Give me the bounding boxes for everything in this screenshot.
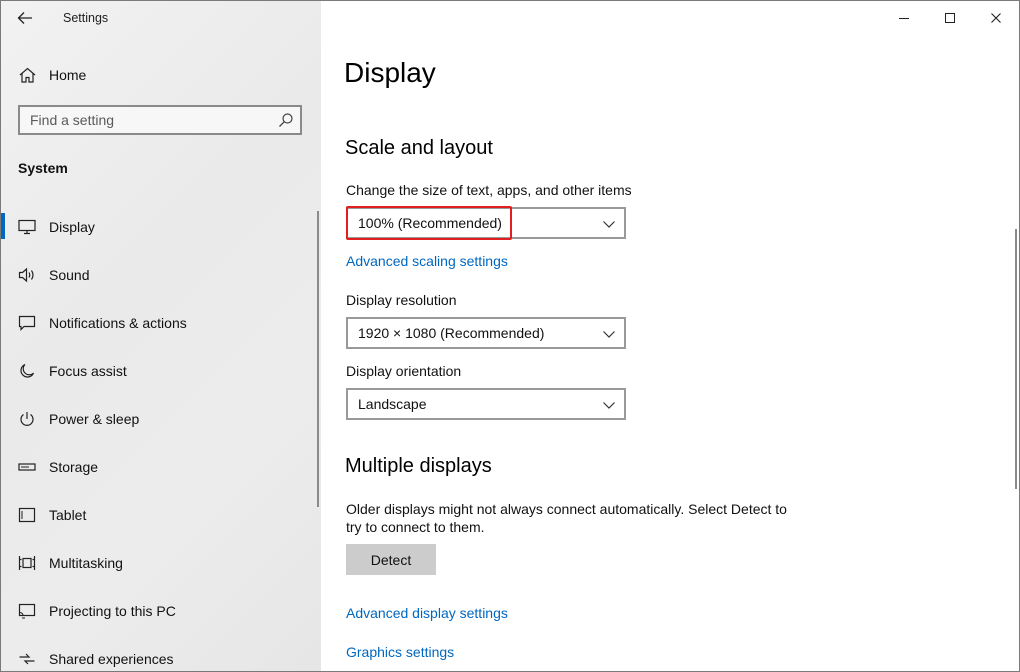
- back-button[interactable]: [13, 7, 37, 29]
- sidebar-item-power-sleep[interactable]: Power & sleep: [1, 399, 321, 439]
- search-box[interactable]: [18, 105, 302, 135]
- sidebar-item-sound[interactable]: Sound: [1, 255, 321, 295]
- chevron-down-icon: [603, 402, 615, 409]
- sidebar-item-label: Projecting to this PC: [49, 603, 176, 619]
- main-content: Display Scale and layout Change the size…: [321, 1, 1019, 671]
- sidebar: Settings Home System: [1, 1, 321, 671]
- close-icon: [991, 13, 1001, 23]
- section-title: System: [18, 160, 68, 176]
- sidebar-item-label: Tablet: [49, 507, 87, 523]
- resolution-value: 1920 × 1080 (Recommended): [358, 325, 545, 341]
- scale-value: 100% (Recommended): [358, 215, 502, 231]
- sidebar-item-projecting[interactable]: Projecting to this PC: [1, 591, 321, 631]
- title-bar: Settings: [1, 1, 321, 35]
- sidebar-item-tablet[interactable]: Tablet: [1, 495, 321, 535]
- search-icon: [278, 112, 294, 128]
- chevron-down-icon: [603, 331, 615, 338]
- search-input[interactable]: [20, 107, 280, 133]
- shared-icon: [18, 650, 36, 668]
- sidebar-item-label: Multitasking: [49, 555, 123, 571]
- sidebar-item-label: Focus assist: [49, 363, 127, 379]
- sidebar-item-notifications[interactable]: Notifications & actions: [1, 303, 321, 343]
- projecting-icon: [18, 602, 36, 620]
- sidebar-item-label: Display: [49, 219, 95, 235]
- sidebar-item-label: Storage: [49, 459, 99, 475]
- home-label: Home: [49, 67, 87, 83]
- message-icon: [18, 314, 36, 332]
- monitor-icon: [18, 218, 36, 236]
- sidebar-scrollbar[interactable]: [317, 211, 319, 507]
- advanced-scaling-link[interactable]: Advanced scaling settings: [346, 253, 508, 269]
- minimize-button[interactable]: [881, 1, 927, 35]
- window-controls: [881, 1, 1019, 35]
- scale-layout-heading: Scale and layout: [345, 137, 493, 159]
- app-title: Settings: [63, 11, 109, 25]
- resolution-label: Display resolution: [346, 292, 457, 308]
- page-title: Display: [344, 57, 436, 88]
- orientation-value: Landscape: [358, 396, 427, 412]
- main-scrollbar[interactable]: [1015, 229, 1017, 489]
- sidebar-item-multitasking[interactable]: Multitasking: [1, 543, 321, 583]
- home-nav-item[interactable]: Home: [1, 55, 321, 95]
- tablet-icon: [18, 506, 36, 524]
- multiple-displays-heading: Multiple displays: [345, 455, 492, 477]
- graphics-settings-link[interactable]: Graphics settings: [346, 644, 454, 660]
- chevron-down-icon: [603, 221, 615, 228]
- detect-button[interactable]: Detect: [346, 544, 436, 575]
- multitasking-icon: [18, 554, 36, 572]
- power-icon: [18, 410, 36, 428]
- speaker-icon: [18, 266, 36, 284]
- maximize-icon: [945, 13, 955, 23]
- orientation-label: Display orientation: [346, 363, 462, 379]
- home-icon: [18, 66, 36, 84]
- close-button[interactable]: [973, 1, 1019, 35]
- storage-icon: [18, 458, 36, 476]
- sidebar-item-label: Notifications & actions: [49, 315, 187, 331]
- sidebar-item-focus-assist[interactable]: Focus assist: [1, 351, 321, 391]
- scale-dropdown[interactable]: 100% (Recommended): [346, 207, 626, 239]
- moon-icon: [18, 362, 36, 380]
- minimize-icon: [899, 18, 909, 19]
- sidebar-item-display[interactable]: Display: [1, 207, 321, 247]
- back-arrow-icon: [17, 12, 32, 24]
- maximize-button[interactable]: [927, 1, 973, 35]
- resolution-dropdown[interactable]: 1920 × 1080 (Recommended): [346, 317, 626, 349]
- advanced-display-link[interactable]: Advanced display settings: [346, 605, 508, 621]
- settings-window: Settings Home System: [0, 0, 1020, 672]
- sidebar-item-label: Sound: [49, 267, 90, 283]
- orientation-dropdown[interactable]: Landscape: [346, 388, 626, 420]
- sidebar-item-shared-experiences[interactable]: Shared experiences: [1, 639, 321, 671]
- scale-label: Change the size of text, apps, and other…: [346, 182, 632, 198]
- sidebar-item-storage[interactable]: Storage: [1, 447, 321, 487]
- sidebar-item-label: Shared experiences: [49, 651, 174, 667]
- sidebar-item-label: Power & sleep: [49, 411, 140, 427]
- multiple-displays-description: Older displays might not always connect …: [346, 501, 787, 535]
